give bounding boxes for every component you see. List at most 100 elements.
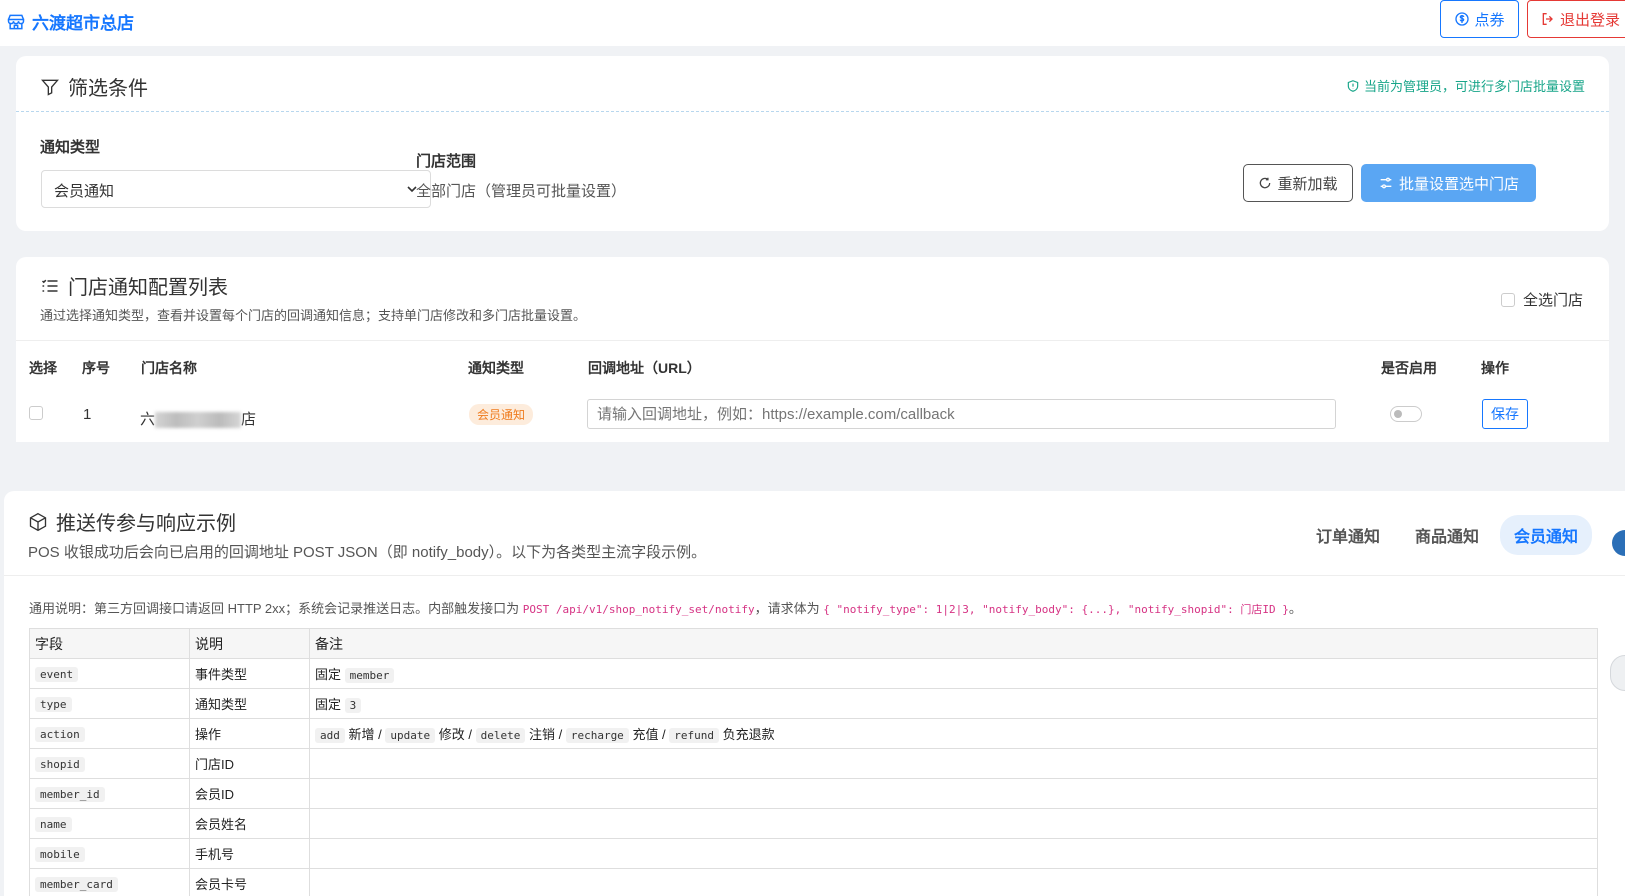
callback-url-input[interactable] [587,399,1336,429]
filter-title-text: 筛选条件 [68,78,148,100]
desc-cell: 会员姓名 [189,808,310,839]
note-text: 负充退款 [722,727,775,742]
table-row: event 事件类型 固定 member [29,658,1598,689]
tab-product-notify[interactable]: 商品通知 [1401,515,1493,555]
reload-button[interactable]: 重新加载 [1243,164,1353,202]
note-cell: add 新增 / update 修改 / delete 注销 / recharg… [309,718,1598,749]
filter-title: 筛选条件 [40,72,148,101]
table-row: type 通知类型 固定 3 [29,688,1598,719]
note-code: add [315,728,345,743]
coin-icon [1455,12,1470,26]
note-text: 固定 [315,697,342,712]
shield-icon [1347,79,1359,92]
select-all-checkbox[interactable] [1501,292,1515,307]
store-list-title-text: 门店通知配置列表 [68,277,228,299]
note-code: recharge [565,728,629,743]
general-note-prefix: 通用说明：第三方回调接口请返回 HTTP 2xx；系统会记录推送日志。内部触发接… [29,601,523,616]
field-cell: action [29,718,190,749]
coupon-button[interactable]: 点券 [1440,0,1519,38]
general-note-body: { "notify_type": 1|2|3, "notify_body": {… [823,603,1289,616]
table-row: name 会员姓名 [29,808,1598,839]
store-scope-label: 门店范围 [416,153,477,170]
note-cell: 固定 3 [309,688,1598,719]
note-cell [309,868,1598,896]
table-row: mobile 手机号 [29,838,1598,869]
batch-set-button[interactable]: 批量设置选中门店 [1361,164,1536,202]
reload-label: 重新加载 [1277,175,1338,193]
field-code: event [35,667,79,682]
store-scope-value: 全部门店（管理员可批量设置） [416,183,627,200]
notify-type-select[interactable]: 会员通知 [41,170,431,208]
brand: 六渡超市总店 [6,9,134,34]
note-text: 注销 / [528,727,563,742]
sliders-icon [1380,177,1392,189]
row-checkbox[interactable] [29,406,43,420]
col-store-name: 门店名称 [141,360,197,376]
logout-button[interactable]: 退出登录 [1527,0,1625,38]
push-example-title: 推送传参与响应示例 [28,507,236,536]
note-text: 修改 / [438,727,472,742]
field-cell: name [29,808,190,839]
push-example-subtitle: POS 收银成功后会向已启用的回调地址 POST JSON（即 notify_b… [28,544,707,561]
note-cell: 固定 member [309,658,1598,689]
select-all-stores[interactable]: 全选门店 [1501,289,1583,310]
divider [16,340,1609,341]
field-cell: mobile [29,838,190,869]
list-icon [41,279,58,292]
enable-toggle[interactable] [1390,406,1422,422]
general-note-suffix: 。 [1288,601,1302,616]
logout-label: 退出登录 [1560,11,1621,29]
field-cell: member_card [29,868,190,896]
admin-note: 当前为管理员，可进行多门店批量设置 [1346,76,1585,95]
store-list-subtitle: 通过选择通知类型，查看并设置每个门店的回调通知信息；支持单门店修改和多门店批量设… [40,308,587,323]
table-row: shopid 门店ID [29,748,1598,779]
notify-type-badge: 会员通知 [469,404,534,425]
note-cell [309,808,1598,839]
field-cell: member_id [29,778,190,809]
header-field: 字段 [29,628,190,659]
refresh-icon [1260,177,1271,189]
desc-cell: 事件类型 [189,658,310,689]
col-actions: 操作 [1481,360,1509,376]
field-cell: type [29,688,190,719]
desc-cell: 通知类型 [189,688,310,719]
top-bar: 六渡超市总店 点券 退出登录 [0,0,1625,46]
desc-cell: 门店ID [189,748,310,779]
batch-set-label: 批量设置选中门店 [1398,175,1519,193]
col-notify-type: 通知类型 [468,360,524,376]
fields-table: 字段 说明 备注 event 事件类型 固定 member type 通知类型 … [29,628,1598,896]
note-cell [309,748,1598,779]
store-list-title: 门店通知配置列表 [40,271,228,300]
filter-card: 筛选条件 当前为管理员，可进行多门店批量设置 通知类型 会员通知 门店范围 全部… [16,56,1609,231]
note-code: refund [669,728,720,743]
tab-member-notify[interactable]: 会员通知 [1500,515,1593,555]
tab-order-notify[interactable]: 订单通知 [1302,515,1394,555]
desc-cell: 手机号 [189,838,310,869]
general-note-mid: ，请求体为 [754,601,824,616]
store-icon [7,14,25,29]
desc-cell: 会员卡号 [189,868,310,896]
field-code: member_id [35,787,105,802]
divider [4,575,1625,576]
col-enabled: 是否启用 [1381,360,1437,376]
notify-type-label: 通知类型 [40,139,101,156]
note-code: member [344,668,395,683]
header-desc: 说明 [189,628,310,659]
note-text: 固定 [315,667,342,682]
brand-name: 六渡超市总店 [32,14,134,33]
field-code: name [35,817,72,832]
store-name-start: 六 [140,411,156,428]
col-index: 序号 [82,360,110,376]
note-text: 充值 / [632,727,666,742]
field-code: action [35,727,85,742]
field-code: shopid [35,757,85,772]
filter-icon [41,79,59,96]
save-button[interactable]: 保存 [1482,399,1528,429]
filter-header: 筛选条件 当前为管理员，可进行多门店批量设置 [16,56,1609,112]
row-store-name: 六店 [140,408,256,429]
desc-cell: 会员ID [189,778,310,809]
notify-type-value: 会员通知 [54,183,115,200]
col-callback-url: 回调地址（URL） [588,360,701,376]
field-code: type [35,697,72,712]
general-note: 通用说明：第三方回调接口请返回 HTTP 2xx；系统会记录推送日志。内部触发接… [29,598,1302,617]
